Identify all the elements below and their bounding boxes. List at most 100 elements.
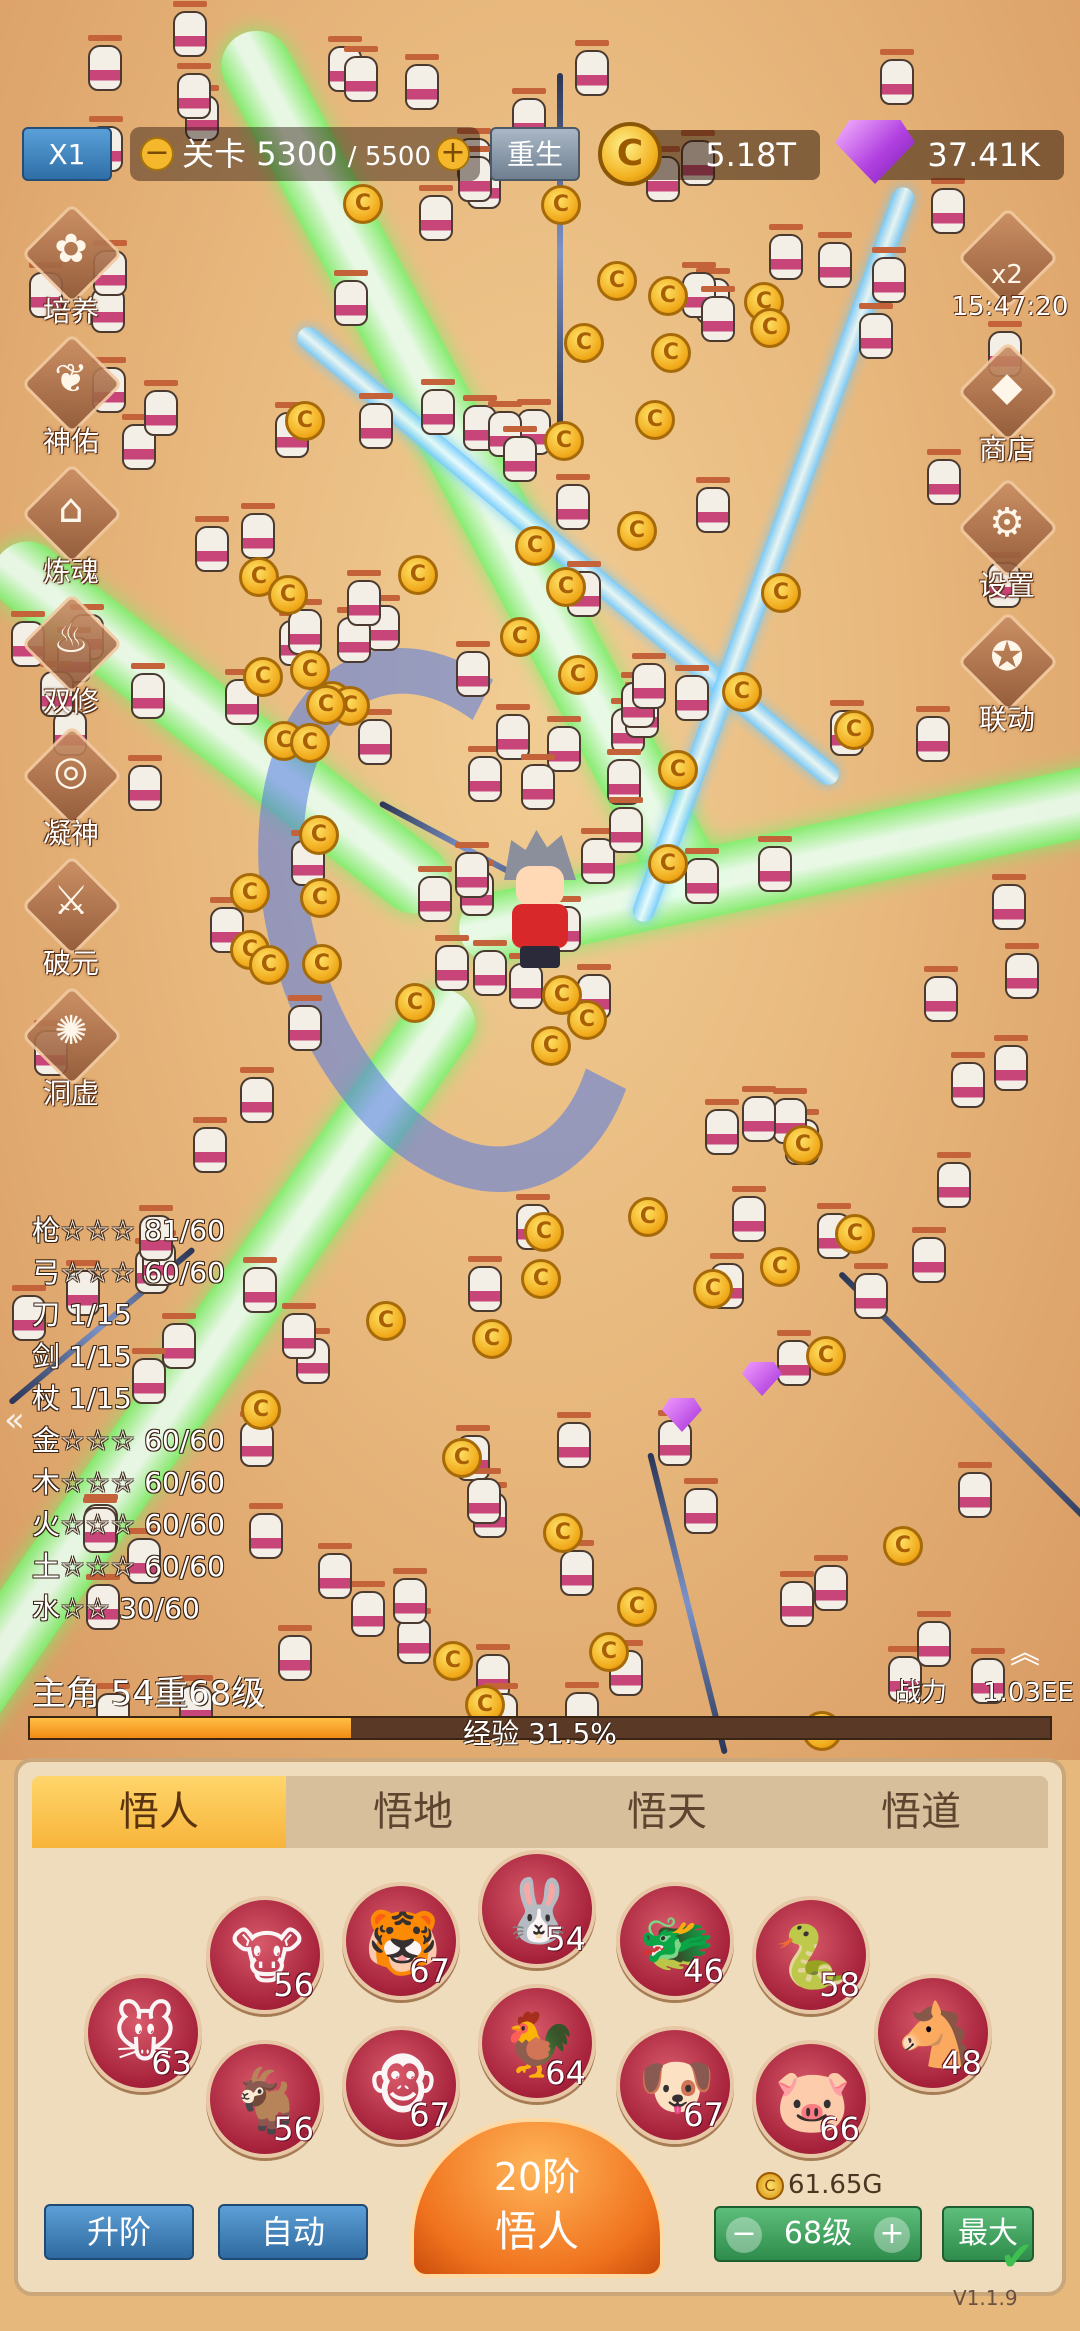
enemy-unit xyxy=(236,1067,276,1123)
decrease-level-button[interactable]: − xyxy=(726,2217,762,2253)
zodiac-rooster[interactable]: 🐓 64 xyxy=(478,1984,596,2102)
enemy-unit xyxy=(728,1186,768,1242)
tab-1[interactable]: 悟地 xyxy=(286,1776,540,1848)
enemy-unit xyxy=(452,641,492,697)
expand-chevron-icon[interactable]: ︽ xyxy=(1010,1628,1040,1672)
enemy-unit xyxy=(947,1052,987,1108)
coin-drop: C xyxy=(693,1269,733,1309)
enemy-unit xyxy=(463,1468,503,1524)
level-stepper: − 68级 + xyxy=(714,2206,922,2262)
coin-drop: C xyxy=(648,844,688,884)
enemy-unit xyxy=(814,232,854,288)
coin-drop: C xyxy=(230,873,270,913)
coin-drop: C xyxy=(290,723,330,763)
enemy-unit xyxy=(654,1410,694,1466)
tier-name: 悟人 xyxy=(494,2207,579,2256)
zodiac-tiger[interactable]: 🐯 67 xyxy=(342,1882,460,2000)
enemy-unit xyxy=(355,393,395,449)
side-menu-item-2[interactable]: ⌂ 炼魂 xyxy=(16,463,126,592)
settings-button[interactable]: ⚙ 设置 xyxy=(952,477,1062,606)
coin-icon: C xyxy=(756,2171,784,2200)
enemy-unit xyxy=(933,1152,973,1208)
zodiac-rabbit[interactable]: 🐰 54 xyxy=(478,1850,596,1968)
weapon-stat-row: 弓☆☆☆ 60/60 xyxy=(32,1256,225,1289)
zodiac-dragon[interactable]: 🐲 46 xyxy=(616,1882,734,2000)
weapon-stat-row: 杖 1/15 xyxy=(32,1382,132,1415)
stage-title: 关卡 xyxy=(182,135,247,173)
upgrade-cost: C 61.65G xyxy=(756,2170,883,2200)
coin-drop: C xyxy=(806,1336,846,1376)
side-menu-item-1[interactable]: ❦ 神佑 xyxy=(16,333,126,462)
zodiac-ox[interactable]: 🐮 56 xyxy=(206,1896,324,2014)
increase-level-button[interactable]: + xyxy=(874,2217,910,2253)
version-label: V1.1.9 xyxy=(953,2286,1018,2310)
zodiac-level: 54 xyxy=(545,1920,586,1958)
weapon-stat-row: 木☆☆☆ 60/60 xyxy=(32,1466,225,1499)
tab-3[interactable]: 悟道 xyxy=(794,1776,1048,1848)
coin-drop: C xyxy=(306,685,346,725)
gold-counter: 5.18T xyxy=(640,130,820,180)
side-menu-item-0[interactable]: ✿ 培养 xyxy=(16,203,126,332)
tab-2[interactable]: 悟天 xyxy=(540,1776,794,1848)
enemy-unit xyxy=(628,653,668,709)
zodiac-rat[interactable]: 🐭 63 xyxy=(84,1974,202,2092)
settings-label: 设置 xyxy=(978,569,1035,602)
link-event-button[interactable]: ✪ 联动 xyxy=(952,611,1062,740)
upgrade-tier-button[interactable]: 升阶 xyxy=(44,2204,194,2260)
zodiac-pig[interactable]: 🐷 66 xyxy=(752,2040,870,2158)
coin-drop: C xyxy=(628,1197,668,1237)
coin-drop: C xyxy=(543,1513,583,1553)
enemy-unit xyxy=(552,474,592,530)
zodiac-horse[interactable]: 🐴 48 xyxy=(874,1974,992,2092)
zodiac-level: 67 xyxy=(409,1952,450,1990)
enemy-unit xyxy=(990,1035,1030,1091)
zodiac-monkey[interactable]: 🐵 67 xyxy=(342,2026,460,2144)
enemy-unit xyxy=(850,1263,890,1319)
side-menu-item-5[interactable]: ⚔ 破元 xyxy=(16,855,126,984)
stage-current: 5300 xyxy=(256,135,338,173)
enemy-unit xyxy=(1001,943,1041,999)
zodiac-level: 63 xyxy=(151,2044,192,2082)
zodiac-goat[interactable]: 🐐 56 xyxy=(206,2040,324,2158)
side-menu-item-4[interactable]: ◎ 凝神 xyxy=(16,725,126,854)
coin-drop: C xyxy=(302,944,342,984)
coin-drop: C xyxy=(395,983,435,1023)
protagonist-level: 主角 54重68级 xyxy=(32,1674,266,1714)
coin-drop: C xyxy=(433,1641,473,1681)
coin-drop: C xyxy=(834,710,874,750)
enemy-unit xyxy=(464,746,504,802)
coin-drop: C xyxy=(521,1259,561,1299)
coin-drop: C xyxy=(546,567,586,607)
coin-drop: C xyxy=(761,573,801,613)
enemy-unit xyxy=(239,1257,279,1313)
level-stepper-value: 68级 xyxy=(783,2216,853,2251)
coin-drop: C xyxy=(542,975,582,1015)
auto-button[interactable]: 自动 xyxy=(218,2204,368,2260)
tab-0[interactable]: 悟人 xyxy=(32,1776,286,1848)
speed-button[interactable]: X1 xyxy=(22,127,112,181)
zodiac-dog[interactable]: 🐶 67 xyxy=(616,2026,734,2144)
rebirth-button[interactable]: 重生 xyxy=(490,127,580,181)
next-stage-button[interactable]: + xyxy=(436,137,470,171)
coin-drop: C xyxy=(544,421,584,461)
prev-stage-button[interactable]: − xyxy=(140,137,174,171)
enemy-unit xyxy=(274,1625,314,1681)
coin-drop: C xyxy=(500,617,540,657)
shop-button[interactable]: ◆ 商店 xyxy=(952,341,1062,470)
enemy-unit xyxy=(776,1571,816,1627)
coin-drop: C xyxy=(241,1390,281,1430)
coin-drop: C xyxy=(617,1587,657,1627)
enemy-unit xyxy=(278,1303,318,1359)
enemy-unit xyxy=(908,1227,948,1283)
enemy-unit xyxy=(451,842,491,898)
zodiac-snake[interactable]: 🐍 58 xyxy=(752,1896,870,2014)
side-menu-label: 双修 xyxy=(42,685,99,718)
side-menu-item-3[interactable]: ♨ 双修 xyxy=(16,593,126,722)
collapse-arrow-icon[interactable]: « xyxy=(4,1400,25,1440)
enemy-unit xyxy=(401,54,441,110)
side-menu-item-6[interactable]: ✺ 洞虚 xyxy=(16,985,126,1114)
coin-drop: C xyxy=(268,575,308,615)
combat-power: 战力 1.03EE xyxy=(895,1672,1074,1709)
enemy-unit xyxy=(84,35,124,91)
coin-drop: C xyxy=(564,323,604,363)
